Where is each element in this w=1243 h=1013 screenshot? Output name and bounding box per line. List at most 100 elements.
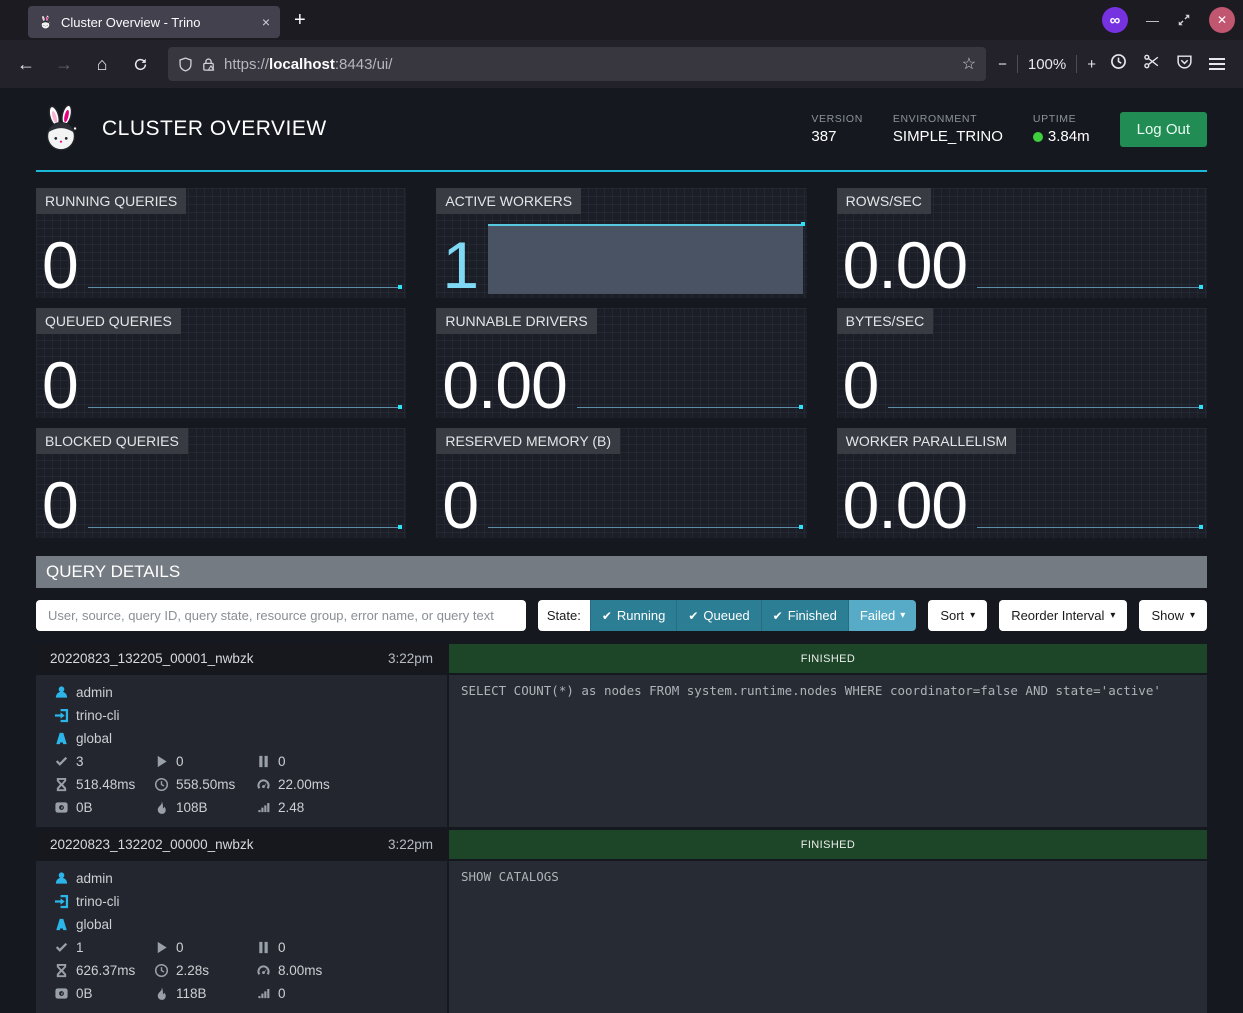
state-filter-label: State: (538, 600, 590, 631)
trino-favicon (38, 15, 53, 30)
check-icon: ✔ (773, 609, 783, 623)
zoom-level[interactable]: 100% (1028, 56, 1066, 73)
page-header: CLUSTER OVERVIEW VERSION 387 ENVIRONMENT… (36, 88, 1207, 172)
menu-hamburger-icon[interactable] (1209, 58, 1225, 70)
stat-card-queued-queries: QUEUED QUERIES 0 (36, 308, 406, 418)
check-icon (54, 940, 69, 955)
show-dropdown[interactable]: Show▾ (1139, 600, 1207, 631)
sparkline (88, 214, 405, 296)
query-sql: SELECT COUNT(*) as nodes FROM system.run… (449, 675, 1207, 827)
tab-title: Cluster Overview - Trino (61, 15, 254, 30)
trino-logo (36, 103, 86, 155)
reorder-interval-dropdown[interactable]: Reorder Interval▾ (999, 600, 1127, 631)
query-header: 20220823_132205_00001_nwbzk 3:22pm (36, 644, 447, 673)
tab-close-icon[interactable]: × (262, 14, 270, 30)
hourglass-icon (54, 777, 69, 792)
new-tab-button[interactable]: + (294, 9, 306, 32)
stat-card-bytes-sec: BYTES/SEC 0 (837, 308, 1207, 418)
query-state-badge: FINISHED (449, 830, 1207, 859)
scale-icon (54, 800, 69, 815)
state-filter-finished[interactable]: ✔Finished (761, 600, 848, 631)
screenshot-scissors-icon[interactable] (1143, 53, 1160, 75)
url-text[interactable]: https://localhost:8443/ui/ (224, 56, 954, 73)
sparkline (488, 214, 805, 296)
gauge-icon (256, 777, 271, 792)
state-filter-queued[interactable]: ✔Queued (676, 600, 760, 631)
clock-icon (154, 963, 169, 978)
stat-card-running-queries: RUNNING QUERIES 0 (36, 188, 406, 298)
browser-titlebar: Cluster Overview - Trino × + ∞ — ✕ (0, 0, 1243, 40)
bar-chart-icon (256, 986, 271, 1001)
query-stats: admin trino-cli global 1 0 0 626.37ms 2.… (36, 861, 447, 1013)
forward-button[interactable]: → (48, 48, 80, 80)
query-time: 3:22pm (388, 651, 433, 666)
stat-value: 0.00 (442, 355, 566, 416)
pause-icon (256, 940, 271, 955)
browser-tab[interactable]: Cluster Overview - Trino × (28, 6, 280, 38)
page-title: CLUSTER OVERVIEW (102, 117, 327, 141)
user-icon (54, 871, 69, 886)
history-clock-icon[interactable] (1110, 53, 1127, 75)
chevron-down-icon: ▾ (1110, 610, 1115, 621)
state-filter-failed-dropdown[interactable]: Failed▾ (848, 600, 916, 631)
stat-value: 0 (843, 355, 879, 416)
stat-cards: RUNNING QUERIES 0 ACTIVE WORKERS 1 ROWS/… (36, 188, 1207, 538)
state-filter-running[interactable]: ✔Running (590, 600, 677, 631)
fire-icon (154, 986, 169, 1001)
reload-button[interactable] (124, 48, 156, 80)
bookmark-star-icon[interactable]: ☆ (962, 54, 976, 74)
chevron-down-icon: ▾ (900, 610, 905, 621)
play-icon (154, 754, 169, 769)
sparkline (977, 454, 1205, 536)
shield-icon[interactable] (178, 57, 193, 72)
bar-chart-icon (256, 800, 271, 815)
gauge-icon (256, 963, 271, 978)
query-row: 20220823_132205_00001_nwbzk 3:22pm FINIS… (36, 644, 1207, 827)
play-icon (154, 940, 169, 955)
query-state-badge: FINISHED (449, 644, 1207, 673)
stat-card-runnable-drivers: RUNNABLE DRIVERS 0.00 (436, 308, 806, 418)
stat-value: 0 (442, 475, 478, 536)
uptime-status-dot (1033, 132, 1043, 142)
query-row: 20220823_132202_00000_nwbzk 3:22pm FINIS… (36, 830, 1207, 1013)
minimize-button[interactable]: — (1146, 13, 1159, 28)
scale-icon (54, 986, 69, 1001)
home-button[interactable]: ⌂ (86, 48, 118, 80)
back-button[interactable]: ← (10, 48, 42, 80)
sparkline (88, 334, 405, 416)
cluster-overview-page: CLUSTER OVERVIEW VERSION 387 ENVIRONMENT… (0, 88, 1243, 1013)
query-header: 20220823_132202_00000_nwbzk 3:22pm (36, 830, 447, 859)
private-browsing-icon: ∞ (1102, 7, 1128, 33)
query-id-link[interactable]: 20220823_132205_00001_nwbzk (50, 651, 253, 666)
close-window-button[interactable]: ✕ (1209, 7, 1235, 33)
zoom-in-button[interactable]: + (1087, 56, 1096, 73)
version-info: VERSION 387 (811, 113, 862, 145)
sort-dropdown[interactable]: Sort▾ (928, 600, 987, 631)
query-id-link[interactable]: 20220823_132202_00000_nwbzk (50, 837, 253, 852)
sparkline (88, 454, 405, 536)
query-details-toolbar: State: ✔Running ✔Queued ✔Finished Failed… (36, 600, 1207, 631)
chevron-down-icon: ▾ (1190, 610, 1195, 621)
stat-value: 0 (42, 235, 78, 296)
environment-info: ENVIRONMENT SIMPLE_TRINO (893, 113, 1003, 145)
query-time: 3:22pm (388, 837, 433, 852)
browser-toolbar: ← → ⌂ https://localhost:8443/ui/ ☆ − 100… (0, 40, 1243, 88)
stat-value: 0.00 (843, 475, 967, 536)
road-icon (54, 731, 69, 746)
lock-warning-icon[interactable] (201, 57, 216, 72)
road-icon (54, 917, 69, 932)
fire-icon (154, 800, 169, 815)
sign-in-icon (54, 708, 69, 723)
zoom-out-button[interactable]: − (998, 56, 1007, 73)
logout-button[interactable]: Log Out (1120, 112, 1207, 147)
uptime-info: UPTIME 3.84m (1033, 113, 1090, 145)
query-details-title: QUERY DETAILS (36, 556, 1207, 588)
stat-card-reserved-memory: RESERVED MEMORY (B) 0 (436, 428, 806, 538)
pocket-icon[interactable] (1176, 53, 1193, 75)
check-icon: ✔ (688, 609, 698, 623)
search-input[interactable] (36, 600, 526, 631)
check-icon: ✔ (602, 609, 612, 623)
sparkline (488, 454, 805, 536)
url-bar[interactable]: https://localhost:8443/ui/ ☆ (168, 47, 986, 81)
restore-button[interactable] (1177, 13, 1191, 27)
